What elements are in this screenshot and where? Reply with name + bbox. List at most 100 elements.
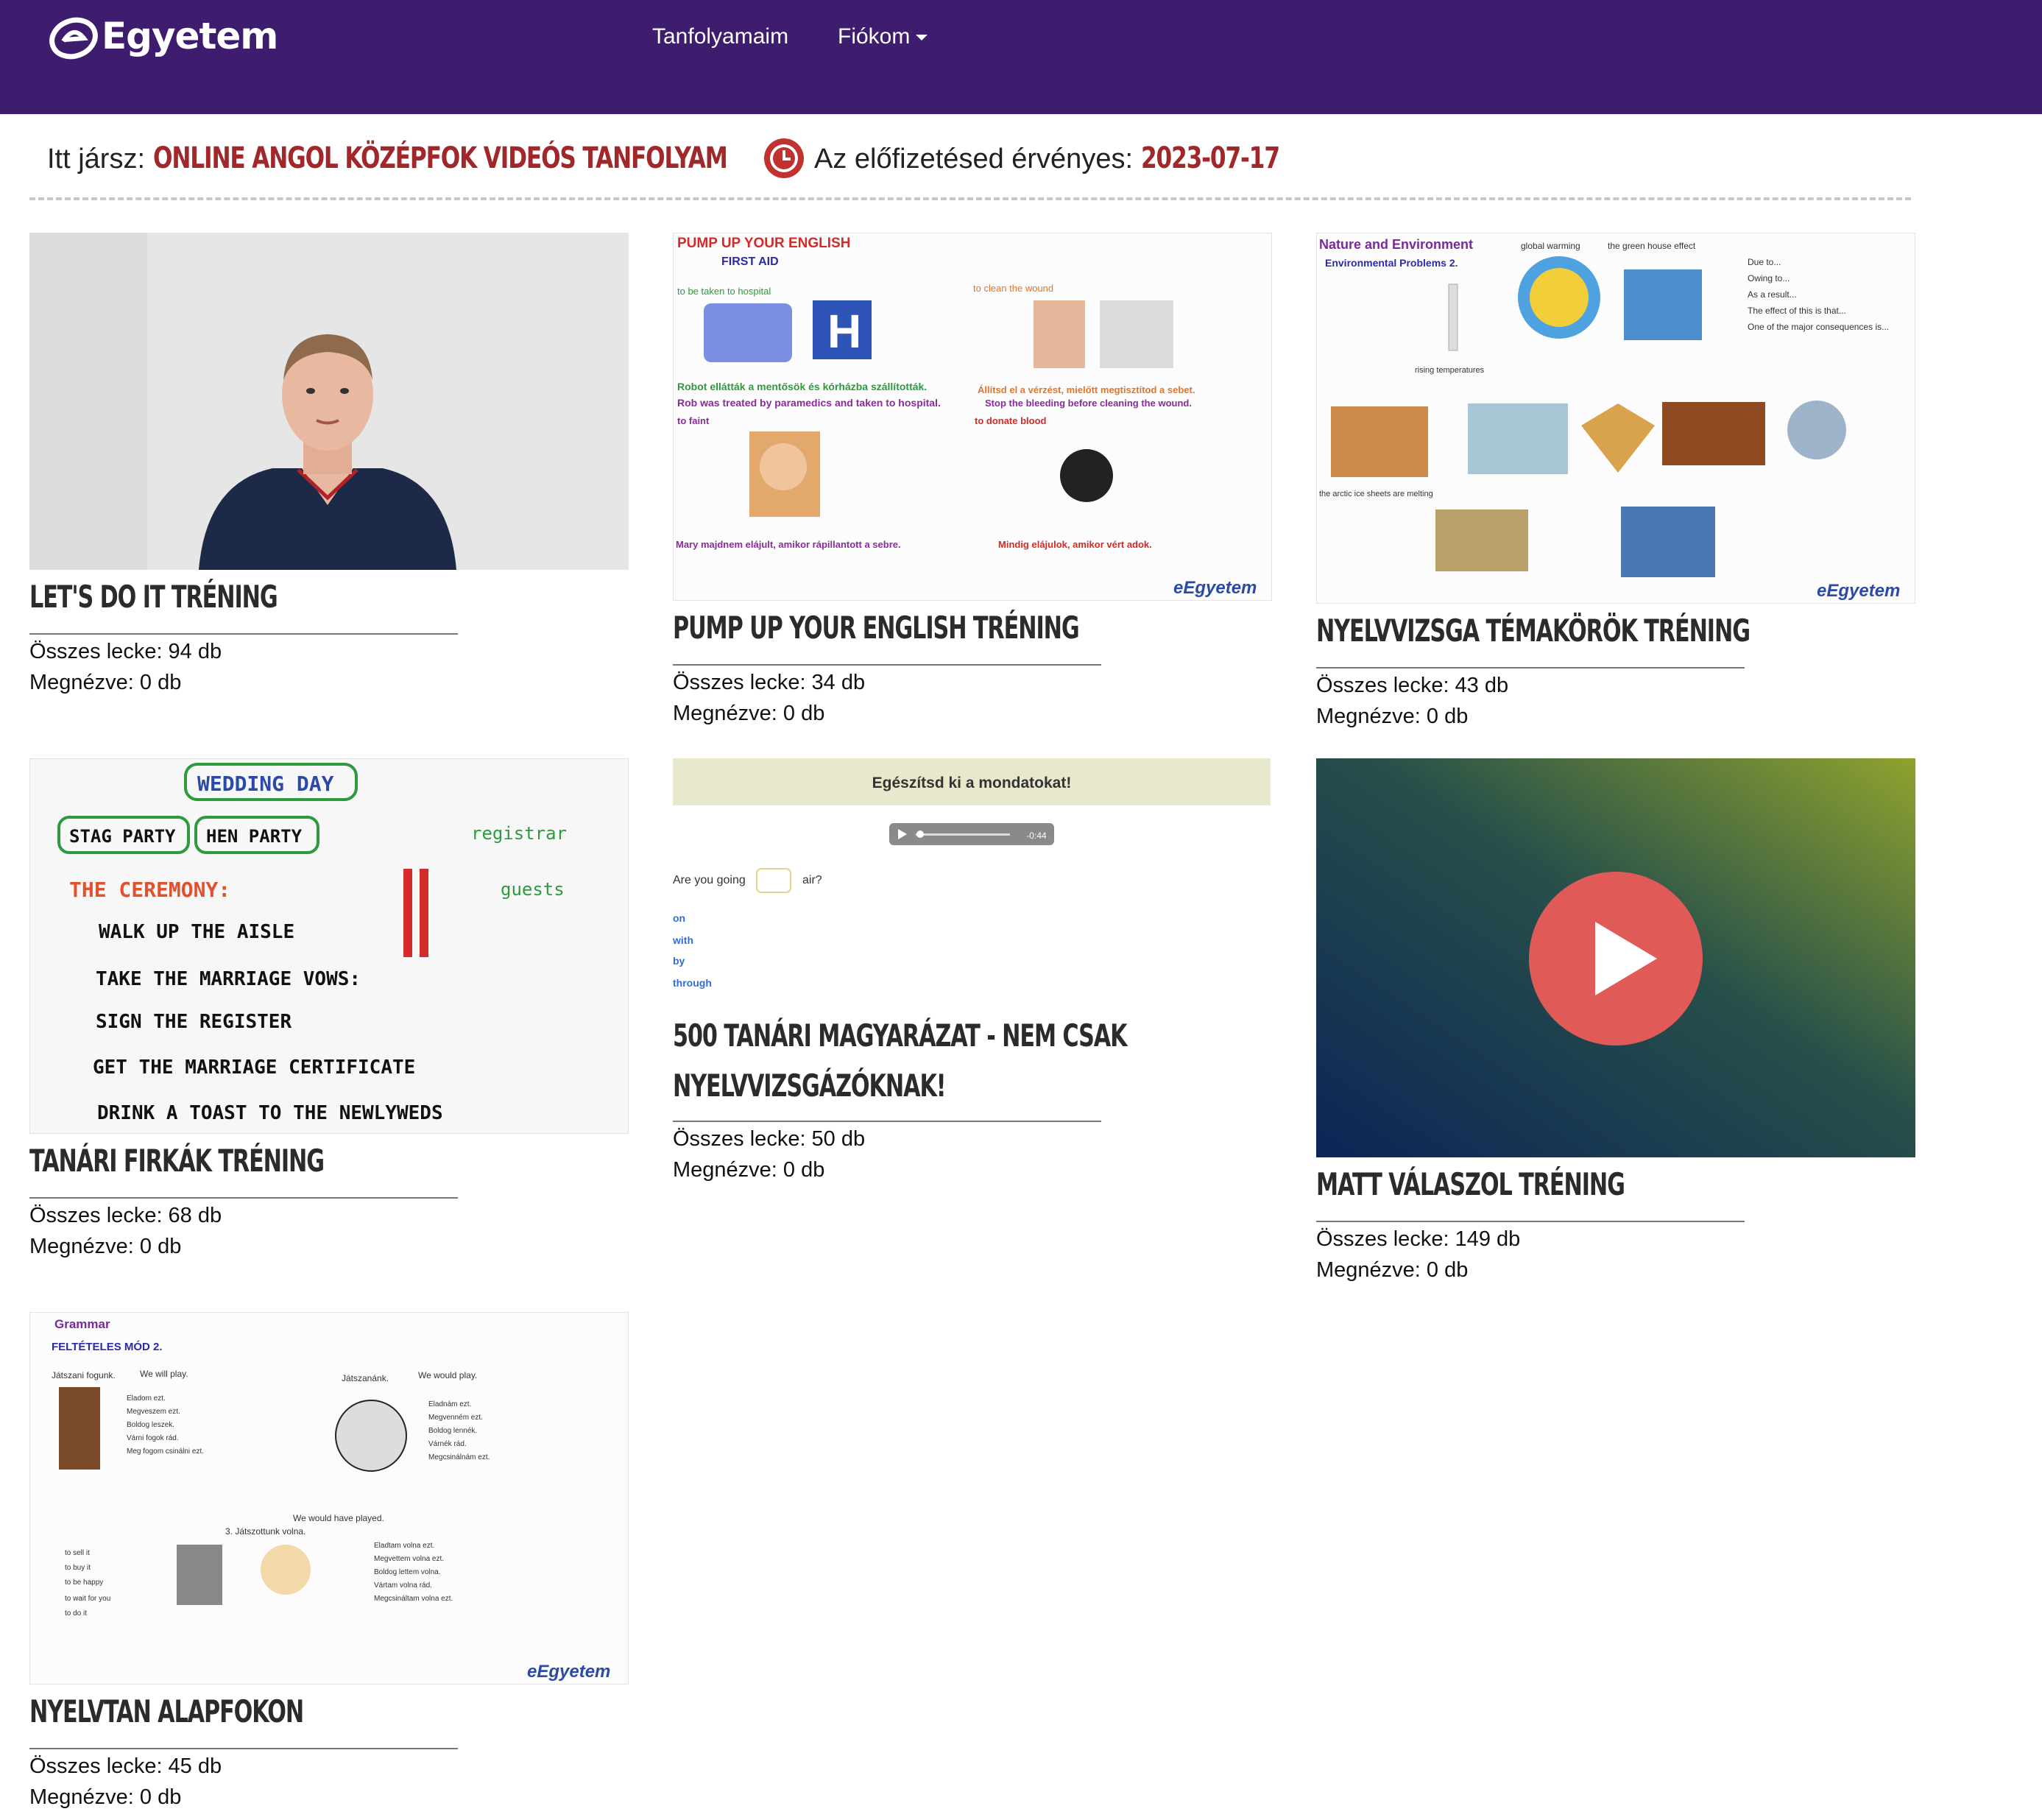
board-line: TAKE THE MARRIAGE VOWS: [96,968,361,990]
lesson-slide-image: Grammar FELTÉTELES MÓD 2. Játszani fogun… [29,1312,629,1685]
slide-col-item: to do it [65,1609,87,1618]
course-card[interactable]: MATT VÁLASZOL TRÉNING Összes lecke: 149 … [1316,758,1915,1288]
course-total-lessons: Összes lecke: 68 db [29,1204,222,1227]
course-total-lessons: Összes lecke: 94 db [29,640,222,663]
slide-list-item: Owing to... [1748,273,1790,283]
audio-time: -0:44 [1026,830,1047,841]
slide-col-item: Megveszem ezt. [127,1408,180,1416]
course-title[interactable]: TANÁRI FIRKÁK TRÉNING [29,1137,559,1185]
slide-text: We would have played. [293,1513,384,1523]
slide-col-item: Boldog lennék. [428,1427,477,1435]
course-watched: Megnézve: 0 db [1316,705,1469,728]
slide-text: We will play. [140,1369,188,1379]
lesson-slide-image: PUMP UP YOUR ENGLISH FIRST AID to be tak… [673,233,1272,601]
course-thumbnail[interactable] [1316,758,1915,1157]
course-total-lessons: Összes lecke: 43 db [1316,674,1509,697]
slide-col-item: Megvettem volna ezt. [374,1555,444,1563]
slide-brand: eEgyetem [527,1662,610,1682]
slide-sub: FELTÉTELES MÓD 2. [52,1340,163,1353]
logo-text: Egyetem [102,15,278,57]
board-line: DRINK A TOAST TO THE NEWLYWEDS [97,1102,443,1124]
slide-col-item: Vártam volna rád. [374,1581,432,1590]
exercise-sentence: Are you going [673,874,746,886]
course-title[interactable]: 500 TANÁRI MAGYARÁZAT - NEM CSAK [673,1012,1203,1060]
course-thumbnail[interactable]: PUMP UP YOUR ENGLISH FIRST AID to be tak… [673,233,1272,601]
board-tag: STAG PARTY [69,826,176,847]
whiteboard-image: WEDDING DAY STAG PARTY HEN PARTY THE CER… [29,758,629,1134]
course-thumbnail[interactable]: Egészítsd ki a mondatokat! -0:44 Are you… [673,758,1272,994]
course-card[interactable]: LET'S DO IT TRÉNING Összes lecke: 94 db … [29,233,629,733]
slide-col-item: to sell it [65,1549,90,1557]
caret-down-icon [916,35,928,41]
course-card[interactable]: WEDDING DAY STAG PARTY HEN PARTY THE CER… [29,758,629,1274]
slide-tag: the green house effect [1608,241,1696,251]
course-title[interactable]: LET'S DO IT TRÉNING [29,573,559,621]
slide-list-item: As a result... [1748,289,1797,300]
slide-col-item: to be happy [65,1579,103,1587]
slide-list-item: Due to... [1748,257,1781,267]
course-thumbnail[interactable]: Grammar FELTÉTELES MÓD 2. Játszani fogun… [29,1312,629,1685]
course-divider [1316,1221,1745,1222]
nav-fiokom[interactable]: Fiókom [838,21,928,53]
exercise-option: with [673,934,693,946]
slide-sub: FIRST AID [721,255,779,268]
course-total-lessons: Összes lecke: 45 db [29,1754,222,1778]
course-thumbnail[interactable] [29,233,629,570]
course-divider [1316,667,1745,669]
course-title[interactable]: NYELVTAN ALAPFOKON [29,1687,559,1736]
lesson-slide-image: Nature and Environment Environmental Pro… [1316,233,1915,604]
slide-list-item: The effect of this is that... [1748,306,1846,316]
course-title[interactable]: NYELVVIZSGA TÉMAKÖRÖK TRÉNING [1316,607,1846,655]
course-title[interactable]: PUMP UP YOUR ENGLISH TRÉNING [673,604,1203,652]
course-divider [673,664,1101,666]
slide-line: Állítsd el a vérzést, mielőtt megtisztít… [978,384,1195,395]
course-watched: Megnézve: 0 db [29,1785,182,1809]
slide-brand: eEgyetem [1173,578,1257,598]
location-label: Itt jársz: [47,144,146,174]
slide-line: to be taken to hospital [677,286,771,297]
course-thumbnail[interactable]: WEDDING DAY STAG PARTY HEN PARTY THE CER… [29,758,629,1134]
board-tag: HEN PARTY [206,826,303,847]
svg-text:H: H [827,305,861,358]
board-line: WALK UP THE AISLE [99,921,294,943]
slide-line: Rob was treated by paramedics and taken … [677,397,941,409]
slide-text: 3. Játszottunk volna. [225,1526,305,1537]
nav-fiokom-label: Fiókom [838,24,911,49]
course-total-lessons: Összes lecke: 50 db [673,1127,866,1151]
course-watched: Megnézve: 0 db [29,671,182,694]
slide-col-item: Megcsináltam volna ezt. [374,1595,453,1603]
board-line: SIGN THE REGISTER [96,1011,292,1033]
slide-col-item: Várnék rád. [428,1440,467,1448]
exercise-preview-image: Egészítsd ki a mondatokat! -0:44 Are you… [673,758,1272,994]
top-navbar: Egyetem Tanfolyamaim Fiókom [0,0,2042,114]
subscription-info: Az előfizetésed érvényes: 2023-07-17 [814,133,1318,185]
course-title-line2[interactable]: NYELVVIZSGÁZÓKNAK! [673,1062,1203,1110]
course-watched: Megnézve: 0 db [673,702,825,725]
clock-icon [764,138,804,178]
board-note: guests [501,879,565,900]
course-card[interactable]: PUMP UP YOUR ENGLISH FIRST AID to be tak… [673,233,1272,748]
play-icon[interactable] [1527,870,1704,1047]
board-heading: WEDDING DAY [197,772,334,796]
logo[interactable]: Egyetem [47,10,278,62]
slide-list-item: One of the major consequences is... [1748,322,1889,332]
slide-line: to clean the wound [973,283,1053,294]
course-divider [673,1121,1101,1122]
slide-text: We would play. [418,1370,477,1380]
slide-heading: Grammar [54,1317,110,1331]
slide-line: Robot ellátták a mentősök és kórházba sz… [677,381,927,392]
slide-col-item: to wait for you [65,1595,110,1603]
slide-col-item: Meg fogom csinálni ezt. [127,1447,204,1456]
slide-col-item: Eladom ezt. [127,1394,166,1403]
course-card[interactable]: Nature and Environment Environmental Pro… [1316,233,1915,748]
exercise-option: through [673,977,712,989]
course-total-lessons: Összes lecke: 34 db [673,671,866,694]
board-note: registrar [471,823,567,844]
slide-col-item: Boldog leszek. [127,1421,174,1429]
course-thumbnail[interactable]: Nature and Environment Environmental Pro… [1316,233,1915,604]
slide-caption: the arctic ice sheets are melting [1319,490,1433,498]
nav-tanfolyamaim[interactable]: Tanfolyamaim [652,21,788,53]
course-card[interactable]: Egészítsd ki a mondatokat! -0:44 Are you… [673,758,1272,1274]
course-title[interactable]: MATT VÁLASZOL TRÉNING [1316,1160,1846,1209]
course-card[interactable]: Grammar FELTÉTELES MÓD 2. Játszani fogun… [29,1312,629,1820]
